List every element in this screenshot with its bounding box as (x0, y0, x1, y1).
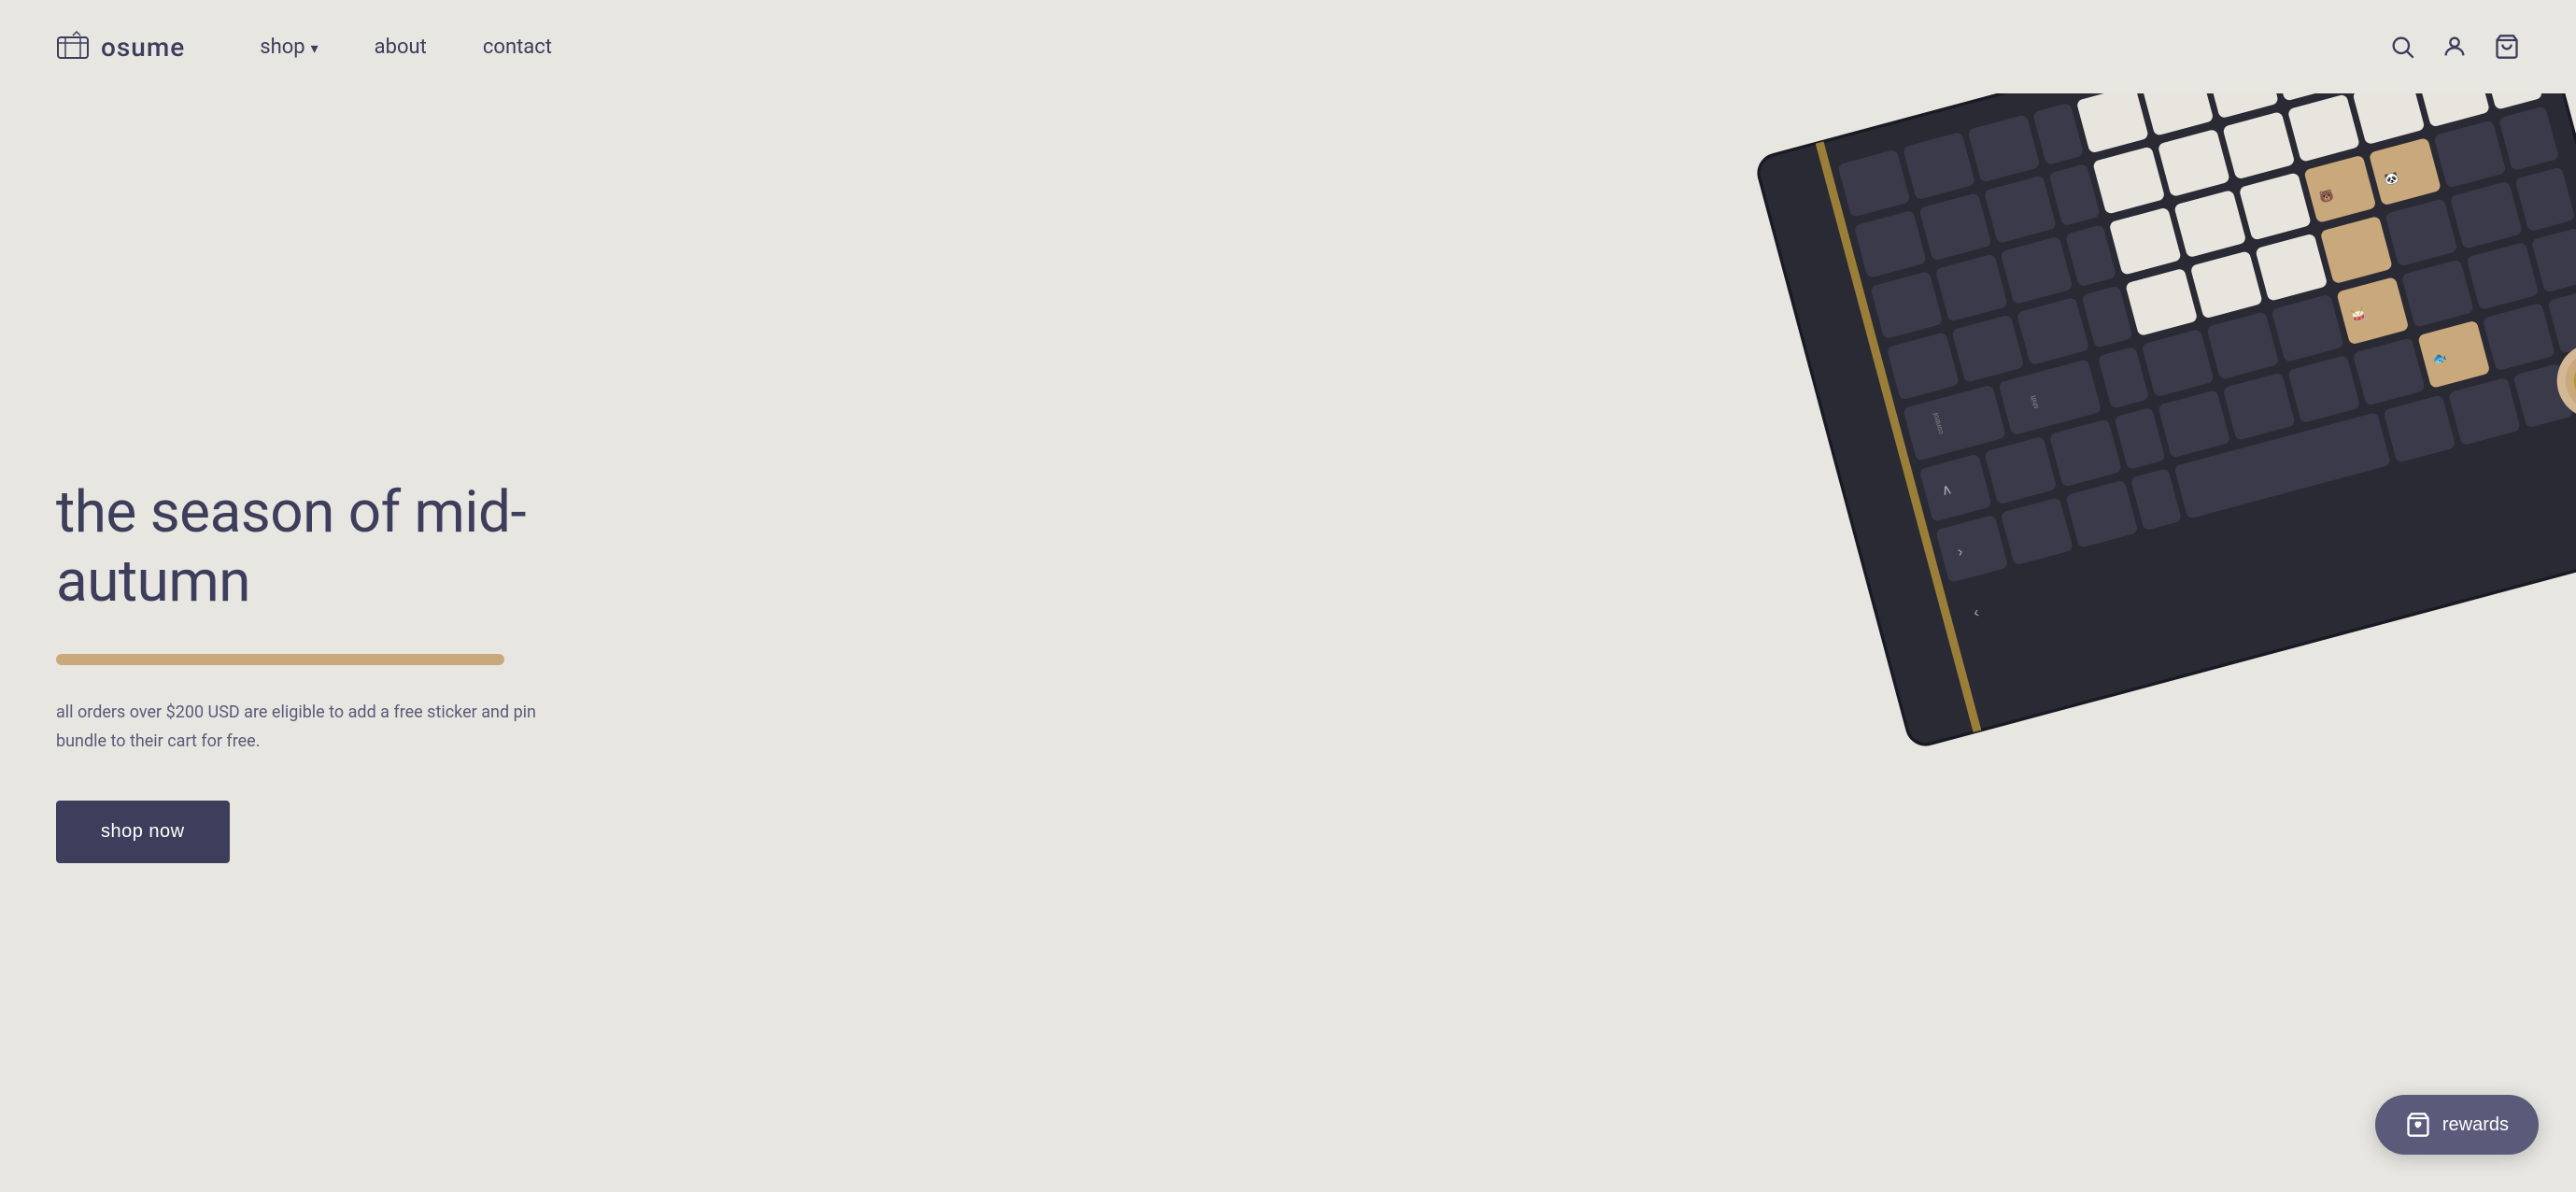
cart-button[interactable] (2494, 34, 2520, 60)
hero-divider (56, 654, 504, 665)
rewards-label: rewards (2442, 1114, 2509, 1136)
chevron-down-icon: ▾ (311, 39, 318, 57)
user-icon (2442, 34, 2468, 60)
logo-icon (56, 30, 90, 64)
nav-contact[interactable]: contact (483, 35, 552, 59)
shop-now-button[interactable]: shop now (56, 801, 230, 863)
nav-icon-group (2389, 34, 2520, 60)
hero-description: all orders over $200 USD are eligible to… (56, 699, 542, 756)
navbar: osume shop ▾ about contact (0, 0, 2576, 93)
rewards-button[interactable]: rewards (2375, 1095, 2539, 1155)
hero-section: the season of mid-autumn all orders over… (0, 93, 2576, 1192)
brand-name: osume (101, 32, 185, 63)
nav-about[interactable]: about (375, 35, 427, 59)
hero-content: the season of mid-autumn all orders over… (56, 478, 616, 864)
nav-links: shop ▾ about contact (260, 35, 552, 59)
hero-title: the season of mid-autumn (56, 478, 616, 617)
nav-shop[interactable]: shop ▾ (260, 35, 318, 59)
search-icon (2389, 34, 2415, 60)
search-button[interactable] (2389, 34, 2415, 60)
account-button[interactable] (2442, 34, 2468, 60)
keyboard-image: backspace control shift M K ∧ › ‹ 🐻 🐼 🥁 … (1729, 93, 2576, 795)
logo-link[interactable]: osume (56, 30, 185, 64)
keyboard-svg: backspace control shift M K ∧ › ‹ 🐻 🐼 🥁 … (1729, 93, 2576, 795)
cart-icon (2494, 34, 2520, 60)
bag-heart-icon (2405, 1112, 2431, 1138)
